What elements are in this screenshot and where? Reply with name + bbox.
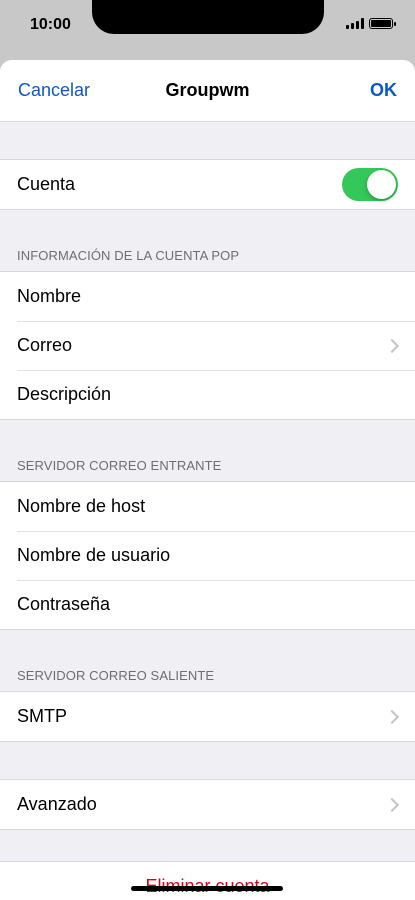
status-bar: 10:00 <box>0 0 415 60</box>
advanced-group: Avanzado <box>0 779 415 830</box>
delete-account-row[interactable]: Eliminar cuenta <box>0 861 415 900</box>
navigation-bar: Cancelar Groupwm OK <box>0 60 415 122</box>
battery-icon <box>369 18 396 29</box>
row-hostname-label: Nombre de host <box>17 496 146 516</box>
row-nombre[interactable]: Nombre <box>0 272 415 321</box>
row-correo-label: Correo <box>17 335 73 355</box>
row-descripcion[interactable]: Descripción <box>0 370 415 419</box>
account-toggle[interactable] <box>342 168 398 201</box>
page-title: Groupwm <box>165 80 250 100</box>
row-descripcion-label: Descripción <box>17 384 112 404</box>
toggle-knob <box>367 170 396 199</box>
section-header-pop: INFORMACIÓN DE LA CUENTA POP <box>0 210 415 271</box>
section-header-incoming: SERVIDOR CORREO ENTRANTE <box>0 420 415 481</box>
row-advanced-label: Avanzado <box>17 794 97 814</box>
row-advanced[interactable]: Avanzado <box>0 780 415 829</box>
row-password-label: Contraseña <box>17 594 111 614</box>
home-indicator[interactable] <box>131 886 283 891</box>
ok-button[interactable]: OK <box>370 80 397 101</box>
account-group: Cuenta <box>0 159 415 210</box>
outgoing-server-group: SMTP <box>0 691 415 742</box>
section-header-outgoing-label: SERVIDOR CORREO SALIENTE <box>17 668 215 683</box>
status-time: 10:00 <box>30 16 71 33</box>
section-header-pop-label: INFORMACIÓN DE LA CUENTA POP <box>17 248 240 263</box>
chevron-right-icon <box>384 338 400 353</box>
incoming-server-group: Nombre de host Nombre de usuario Contras… <box>0 481 415 630</box>
row-username[interactable]: Nombre de usuario <box>0 531 415 580</box>
section-spacer <box>0 742 415 779</box>
account-settings-sheet: Cancelar Groupwm OK Cuenta INFORMACIÓN D… <box>0 60 415 900</box>
cellular-signal-icon <box>346 18 364 29</box>
row-nombre-label: Nombre <box>17 286 82 306</box>
chevron-right-icon <box>384 797 400 812</box>
row-smtp[interactable]: SMTP <box>0 692 415 741</box>
section-header-incoming-label: SERVIDOR CORREO ENTRANTE <box>17 458 222 473</box>
account-toggle-row[interactable]: Cuenta <box>0 160 415 209</box>
row-smtp-label: SMTP <box>17 706 68 726</box>
row-username-label: Nombre de usuario <box>17 545 171 565</box>
section-header-outgoing: SERVIDOR CORREO SALIENTE <box>0 630 415 691</box>
row-correo[interactable]: Correo <box>0 321 415 370</box>
status-icons <box>346 18 396 29</box>
section-spacer <box>0 122 415 159</box>
pop-info-group: Nombre Correo Descripción <box>0 271 415 420</box>
row-password[interactable]: Contraseña <box>0 580 415 629</box>
account-label: Cuenta <box>17 174 76 194</box>
row-hostname[interactable]: Nombre de host <box>0 482 415 531</box>
chevron-right-icon <box>384 709 400 724</box>
device-notch <box>92 0 324 34</box>
